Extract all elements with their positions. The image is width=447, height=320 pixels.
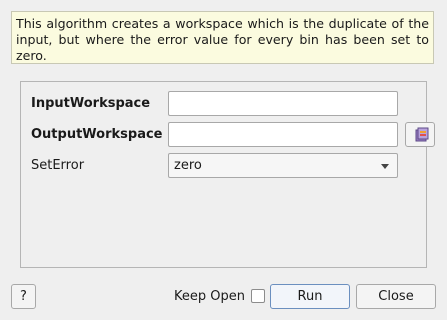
set-error-label: SetError — [31, 158, 85, 173]
set-error-selected-value: zero — [174, 158, 202, 173]
keep-open-label: Keep Open — [174, 289, 245, 304]
close-button[interactable]: Close — [356, 284, 436, 309]
help-button[interactable]: ? — [11, 284, 36, 309]
output-workspace-label: OutputWorkspace — [31, 127, 163, 142]
set-error-dropdown[interactable]: zero — [168, 153, 398, 178]
run-button[interactable]: Run — [270, 284, 350, 309]
input-workspace-field[interactable] — [168, 91, 398, 116]
chevron-down-icon — [381, 164, 389, 169]
workspace-browse-button[interactable] — [405, 122, 435, 147]
algorithm-description: This algorithm creates a workspace which… — [11, 11, 434, 64]
workspace-browse-icon — [415, 127, 429, 142]
output-workspace-field[interactable] — [168, 122, 398, 147]
keep-open-checkbox[interactable] — [251, 289, 265, 303]
input-workspace-label: InputWorkspace — [31, 96, 151, 111]
